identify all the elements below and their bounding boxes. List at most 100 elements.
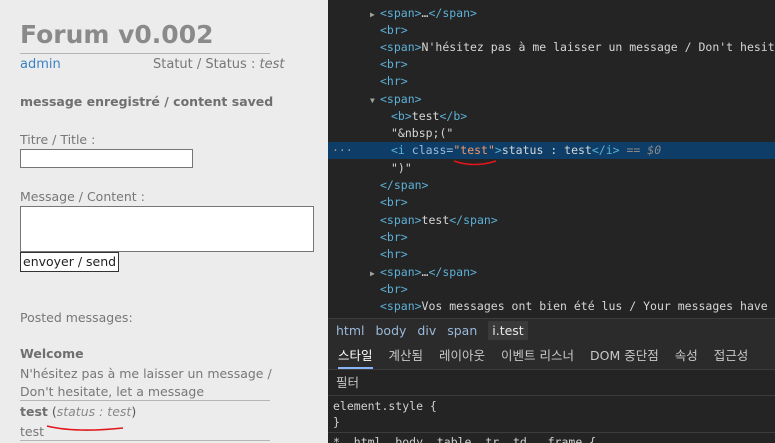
post-status-close: )	[131, 404, 137, 419]
dom-node[interactable]: <span>N'hésitez pas à me laisser un mess…	[328, 39, 775, 56]
tag-close: </span>	[449, 213, 498, 227]
dom-node[interactable]: ▶ <span>…</span>	[328, 264, 775, 281]
tag-hr: <hr>	[380, 74, 408, 88]
breadcrumb-item[interactable]: html	[336, 323, 364, 338]
dom-node[interactable]: ▼ <span>	[328, 91, 775, 108]
post-divider	[20, 400, 270, 401]
tag-br: <br>	[380, 23, 408, 37]
tag-open: <span>	[380, 299, 422, 313]
tag-open: <span>	[380, 6, 422, 20]
tag-open: <span>	[380, 40, 422, 54]
message-label: Message / Content :	[20, 189, 145, 204]
saved-message: message enregistré / content saved	[20, 94, 274, 109]
elements-tree: ▶ <span>…</span> <br> <span>N'hésitez pas…	[328, 0, 775, 318]
status-line: Statut / Status : test	[153, 57, 284, 72]
dom-node[interactable]: <br>	[328, 229, 775, 246]
dom-node[interactable]: <br>	[328, 194, 775, 211]
tag-gt: >	[494, 143, 502, 157]
tag-close: </span>	[380, 178, 429, 192]
dom-node[interactable]: <span>Vos messages ont bien été lus / Yo…	[328, 298, 775, 315]
tag-br: <br>	[380, 230, 408, 244]
message-textarea[interactable]	[20, 206, 314, 252]
style-rule-selector[interactable]: element.style {	[333, 399, 437, 413]
post-author: test	[20, 404, 48, 419]
post-divider	[20, 440, 270, 441]
tab-dom-breakpoints[interactable]: DOM 중단점	[590, 343, 659, 369]
posted-heading: Posted messages:	[20, 310, 133, 325]
filter-label: 필터	[336, 375, 360, 390]
user-link[interactable]: admin	[20, 57, 61, 72]
style-rule-close: }	[333, 415, 340, 429]
dom-node[interactable]: "&nbsp;("	[328, 125, 775, 142]
title-divider	[20, 53, 270, 54]
dom-node[interactable]: <b>test</b>	[328, 108, 775, 125]
post-message: test	[20, 424, 45, 439]
collapse-arrow-icon[interactable]: ▼	[370, 92, 380, 109]
styles-divider	[328, 432, 775, 433]
expand-arrow-icon[interactable]: ▶	[370, 6, 380, 23]
forum-page: Forum v0.002 admin Statut / Status : tes…	[0, 0, 328, 443]
tag-close: </span>	[428, 265, 477, 279]
node-text: test	[411, 109, 440, 123]
tag-br: <br>	[380, 282, 408, 296]
post-header: test (status : test)	[20, 404, 136, 419]
tag-close: </i>	[591, 143, 620, 157]
page-title: Forum v0.002	[20, 20, 214, 49]
expand-arrow-icon[interactable]: ▶	[370, 265, 380, 282]
tag-hr: <hr>	[380, 247, 408, 261]
style-rule-selector[interactable]: *, html, body, table, tr, td, .frame {	[333, 435, 596, 443]
node-text: ")"	[391, 161, 412, 175]
red-underline-annotation	[46, 425, 124, 431]
attr-value: "test"	[453, 143, 495, 157]
breadcrumb: html body div span i.test	[328, 318, 775, 344]
dom-node[interactable]: <hr>	[328, 73, 775, 90]
tab-properties[interactable]: 속성	[675, 343, 698, 369]
styles-tabbar: 스타일 계산됨 레이아웃 이벤트 리스너 DOM 중단점 속성 접근성	[328, 343, 775, 370]
dom-node-selected[interactable]: ··· <i class="test">status : test</i> == …	[328, 142, 775, 159]
node-text: status : test	[501, 143, 592, 157]
tab-styles[interactable]: 스타일	[338, 345, 373, 369]
tab-layout[interactable]: 레이아웃	[439, 343, 485, 369]
dom-node[interactable]: <span>test</span>	[328, 212, 775, 229]
node-text: test	[421, 213, 450, 227]
node-text: N'hésitez pas à me laisser un message / …	[421, 40, 775, 54]
breadcrumb-item[interactable]: body	[375, 323, 406, 338]
breadcrumb-item[interactable]: div	[417, 323, 436, 338]
dollar-zero: $0	[647, 143, 662, 157]
dom-node[interactable]: <hr>	[328, 246, 775, 263]
filter-input[interactable]: 필터	[328, 370, 775, 396]
tag-open: <b>	[391, 109, 412, 123]
tab-event-listeners[interactable]: 이벤트 리스너	[501, 343, 574, 369]
status-value: test	[259, 57, 285, 72]
tab-accessibility[interactable]: 접근성	[714, 343, 749, 369]
send-button[interactable]: envoyer / send	[20, 252, 120, 272]
title-label: Titre / Title :	[20, 132, 96, 147]
tag-open: <span>	[380, 213, 422, 227]
post-author: Welcome	[20, 346, 84, 361]
breadcrumb-item[interactable]: span	[447, 323, 477, 338]
node-text: "&nbsp;("	[391, 126, 454, 140]
post-status: status : test	[56, 404, 132, 419]
dom-node[interactable]: <br>	[328, 281, 775, 298]
breadcrumb-item-active[interactable]: i.test	[488, 321, 528, 340]
tag-close: </span>	[428, 6, 477, 20]
tag-br: <br>	[380, 195, 408, 209]
tag-open: <i	[391, 143, 405, 157]
dom-node[interactable]: <br>	[328, 56, 775, 73]
dom-node[interactable]: <br>	[328, 22, 775, 39]
status-prefix: Statut / Status :	[153, 57, 260, 72]
dom-node[interactable]: </span>	[328, 177, 775, 194]
tag-open: <span>	[380, 265, 422, 279]
post-status-open: (	[47, 404, 57, 419]
tag-br: <br>	[380, 57, 408, 71]
more-icon[interactable]: ···	[332, 142, 353, 159]
tag-open: <span>	[380, 92, 422, 106]
node-text: Vos messages ont bien été lus / Your mes…	[421, 299, 775, 313]
post-message: N'hésitez pas à me laisser un message / …	[20, 366, 272, 399]
title-input[interactable]	[20, 149, 193, 168]
dom-node[interactable]: ▶ <span>…</span>	[328, 5, 775, 22]
dom-node[interactable]: ")"	[328, 160, 775, 177]
eq-marker: ==	[626, 143, 641, 157]
tab-computed[interactable]: 계산됨	[389, 343, 424, 369]
tag-close: </b>	[439, 109, 468, 123]
